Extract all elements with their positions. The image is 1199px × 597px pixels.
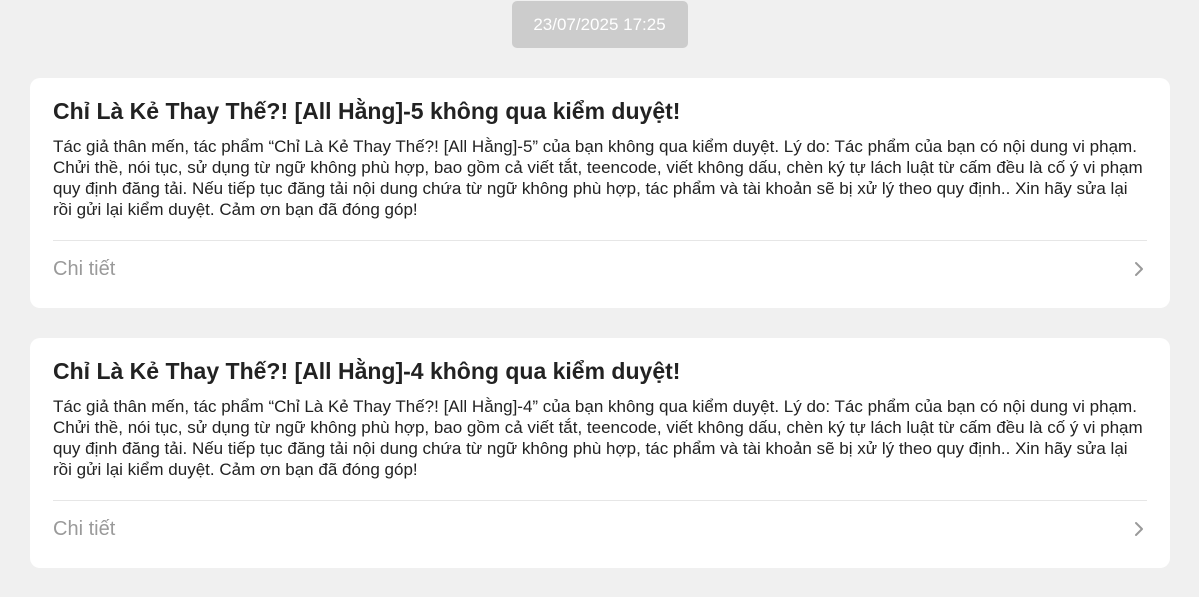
notification-title: Chỉ Là Kẻ Thay Thế?! [All Hằng]-5 không … bbox=[53, 98, 681, 124]
notification-card: Chỉ Là Kẻ Thay Thế?! [All Hằng]-4 không … bbox=[30, 338, 1170, 568]
notification-body: Tác giả thân mến, tác phẩm “Chỉ Là Kẻ Th… bbox=[53, 397, 1143, 479]
detail-link[interactable]: Chi tiết bbox=[53, 241, 1147, 297]
notification-card: Chỉ Là Kẻ Thay Thế?! [All Hằng]-5 không … bbox=[30, 78, 1170, 308]
detail-label: Chi tiết bbox=[53, 257, 116, 280]
detail-label: Chi tiết bbox=[53, 517, 116, 540]
chevron-right-icon bbox=[1131, 521, 1147, 537]
notification-title: Chỉ Là Kẻ Thay Thế?! [All Hằng]-4 không … bbox=[53, 358, 681, 384]
detail-link[interactable]: Chi tiết bbox=[53, 501, 1147, 557]
notification-body: Tác giả thân mến, tác phẩm “Chỉ Là Kẻ Th… bbox=[53, 137, 1143, 219]
chevron-right-icon bbox=[1131, 261, 1147, 277]
timestamp-container: 23/07/2025 17:25 bbox=[0, 1, 1199, 48]
timestamp-badge: 23/07/2025 17:25 bbox=[511, 1, 688, 48]
